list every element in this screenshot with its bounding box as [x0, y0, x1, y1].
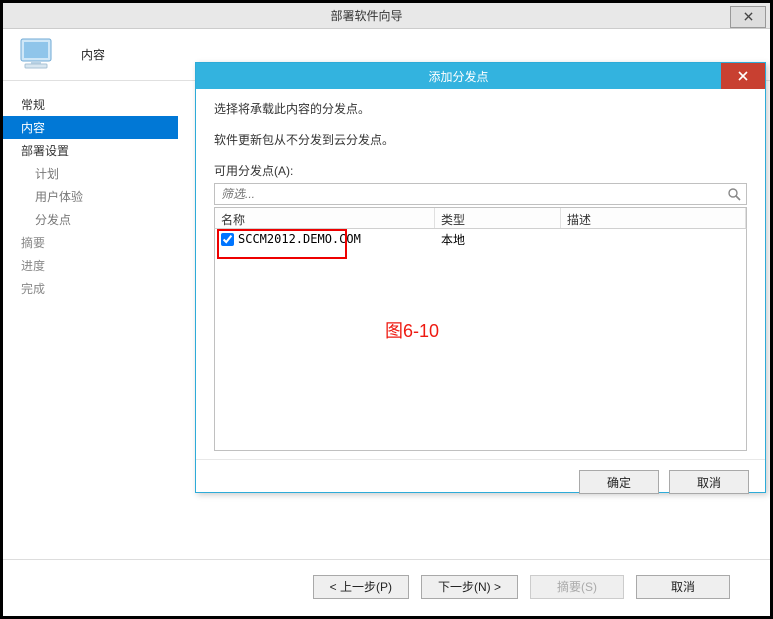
- row-name: SCCM2012.DEMO.COM: [238, 232, 361, 246]
- summary-button[interactable]: 摘要(S): [530, 575, 624, 599]
- filter-input[interactable]: [215, 187, 722, 201]
- search-icon[interactable]: [722, 188, 746, 201]
- row-checkbox[interactable]: [221, 233, 234, 246]
- wizard-titlebar: 部署软件向导: [3, 3, 770, 29]
- sidebar-item-deploy-settings[interactable]: 部署设置: [3, 139, 178, 162]
- column-type[interactable]: 类型: [435, 208, 561, 228]
- modal-instruction-2: 软件更新包从不分发到云分发点。: [214, 132, 747, 149]
- wizard-sidebar: 常规 内容 部署设置 计划 用户体验 分发点 摘要 进度 完成: [3, 81, 178, 559]
- sidebar-item-general[interactable]: 常规: [3, 93, 178, 116]
- ok-button[interactable]: 确定: [579, 470, 659, 494]
- wizard-title: 部署软件向导: [3, 7, 730, 24]
- sidebar-item-progress[interactable]: 进度: [3, 254, 178, 277]
- wizard-footer: < 上一步(P) 下一步(N) > 摘要(S) 取消: [3, 559, 770, 613]
- close-icon: [744, 12, 753, 21]
- cancel-button[interactable]: 取消: [636, 575, 730, 599]
- modal-instruction-1: 选择将承载此内容的分发点。: [214, 101, 747, 118]
- modal-title: 添加分发点: [196, 68, 721, 85]
- modal-close-button[interactable]: [721, 63, 765, 89]
- sidebar-item-summary[interactable]: 摘要: [3, 231, 178, 254]
- list-label: 可用分发点(A):: [214, 163, 747, 180]
- wizard-section-label: 内容: [81, 46, 105, 63]
- modal-footer: 确定 取消: [196, 459, 765, 504]
- sidebar-item-content[interactable]: 内容: [3, 116, 178, 139]
- list-body: SCCM2012.DEMO.COM 本地 图6-10: [214, 229, 747, 451]
- figure-annotation: 图6-10: [385, 317, 439, 343]
- modal-titlebar: 添加分发点: [196, 63, 765, 89]
- modal-cancel-button[interactable]: 取消: [669, 470, 749, 494]
- column-name[interactable]: 名称: [215, 208, 435, 228]
- column-desc[interactable]: 描述: [561, 208, 746, 228]
- list-header: 名称 类型 描述: [214, 207, 747, 229]
- filter-box: [214, 183, 747, 205]
- row-type: 本地: [435, 231, 561, 248]
- sidebar-item-completion[interactable]: 完成: [3, 277, 178, 300]
- computer-icon: [13, 35, 61, 75]
- next-button[interactable]: 下一步(N) >: [421, 575, 518, 599]
- sidebar-item-distribution-points[interactable]: 分发点: [3, 208, 178, 231]
- modal-body: 选择将承载此内容的分发点。 软件更新包从不分发到云分发点。 可用分发点(A): …: [196, 89, 765, 459]
- list-row[interactable]: SCCM2012.DEMO.COM 本地: [215, 229, 746, 249]
- prev-button[interactable]: < 上一步(P): [313, 575, 409, 599]
- wizard-close-button[interactable]: [730, 6, 766, 28]
- sidebar-item-user-experience[interactable]: 用户体验: [3, 185, 178, 208]
- add-distribution-point-dialog: 添加分发点 选择将承载此内容的分发点。 软件更新包从不分发到云分发点。 可用分发…: [195, 62, 766, 493]
- sidebar-item-schedule[interactable]: 计划: [3, 162, 178, 185]
- close-icon: [738, 71, 748, 81]
